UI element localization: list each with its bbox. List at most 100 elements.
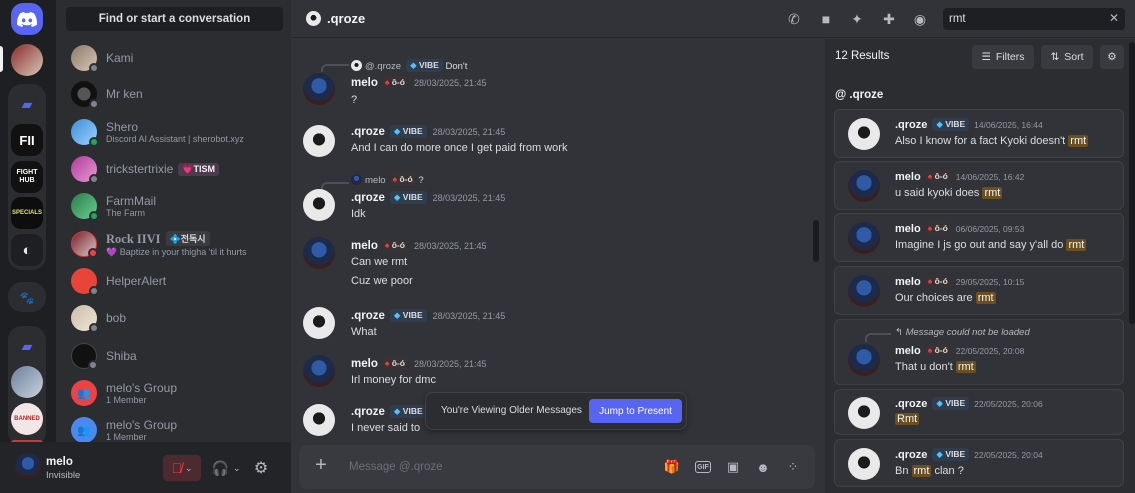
dm-item[interactable]: Mr ken — [64, 76, 283, 112]
video-icon[interactable]: ■ — [817, 10, 835, 28]
chat-scrollbar[interactable] — [813, 220, 819, 262]
reply-preview[interactable]: @.qroze ◆ VIBE Don't — [351, 59, 467, 72]
sticker-icon[interactable]: ▣ — [724, 458, 742, 476]
author-name: .qroze — [351, 406, 385, 418]
dm-item[interactable]: Shero Discord AI Assistant | sherobot.xyz — [64, 114, 283, 150]
dm-item[interactable]: FarmMail The Farm — [64, 188, 283, 224]
add-friend-icon[interactable]: ✚ — [880, 10, 898, 28]
filter-icon: ☰ — [981, 51, 991, 63]
message-author[interactable]: melo ♠ ô-ó 28/03/2025, 21:45 — [351, 239, 487, 252]
avatar[interactable] — [303, 125, 335, 157]
avatar[interactable] — [303, 73, 335, 105]
gem-icon: ◆ — [393, 310, 401, 320]
result-author: .qroze ◆ VIBE 22/05/2025, 20:04 — [895, 448, 1043, 461]
folder-icon[interactable]: ▰ — [11, 330, 43, 362]
filters-button[interactable]: ☰ Filters — [972, 45, 1034, 69]
close-icon[interactable]: ✕ — [1109, 11, 1119, 25]
dm-item[interactable]: Shiba — [64, 338, 283, 374]
search-result[interactable]: melo ♠ ô-ó 14/06/2025, 16:42 u said kyoki … — [834, 161, 1124, 210]
discord-home-icon[interactable] — [11, 3, 43, 35]
search-result[interactable]: ↰ Message could not be loaded melo ♠ ô-ó 2… — [834, 319, 1124, 385]
server-icon[interactable]: ◐ — [11, 234, 43, 266]
find-conversation-button[interactable]: Find or start a conversation — [66, 7, 283, 31]
status-dot — [89, 286, 99, 296]
badge-label: VIBE — [402, 310, 423, 320]
server-icon[interactable]: 🐾 — [11, 282, 43, 314]
profile-badge: ♠ ô-ó — [381, 357, 408, 369]
dm-subtext: The Farm — [106, 208, 146, 218]
message-text: Can we rmt — [351, 256, 408, 268]
server-icon[interactable]: SPECIALS — [11, 197, 43, 229]
result-text: u said kyoki does rmt — [895, 187, 1003, 199]
message-author[interactable]: .qroze ◆ VIBE 28/03/2025, 21:45 — [351, 191, 505, 204]
headphones-button[interactable]: 🎧 ⌄ — [207, 455, 245, 481]
phone-icon[interactable]: ✆ — [785, 10, 803, 28]
dm-item[interactable]: Rock IIVI 💠전독시 💜 Baptize in your thigha 't… — [64, 226, 283, 262]
jump-to-present-button[interactable]: Jump to Present — [589, 399, 682, 423]
message-author[interactable]: .qroze ◆ VIBE — [351, 405, 427, 418]
server-icon[interactable] — [11, 44, 43, 76]
user-name: melo — [46, 456, 73, 468]
gift-icon[interactable]: 🎁 — [663, 458, 681, 476]
search-result[interactable]: melo ♠ ô-ó 06/06/2025, 09:53 Imagine I js … — [834, 213, 1124, 262]
dm-item[interactable]: trickstertrixie 💗TISM — [64, 151, 283, 187]
mute-mic-button[interactable]: 🎙̸ ⌄ — [163, 455, 201, 481]
search-settings-button[interactable]: ⚙ — [1100, 45, 1124, 69]
avatar — [71, 81, 99, 109]
avatar — [848, 170, 880, 202]
server-icon[interactable]: FIGHT HUB — [11, 161, 43, 193]
user-settings-button[interactable]: ⚙ — [248, 455, 274, 481]
search-result[interactable]: .qroze ◆ VIBE 14/06/2025, 16:44 Also I kno… — [834, 109, 1124, 158]
timestamp: 29/05/2025, 10:15 — [955, 277, 1025, 287]
server-icon[interactable] — [11, 366, 43, 398]
add-attachment-icon[interactable]: + — [311, 455, 331, 476]
avatar[interactable] — [303, 307, 335, 339]
message-input[interactable] — [349, 457, 599, 477]
message-author[interactable]: melo ♠ ô-ó 28/03/2025, 21:45 — [351, 357, 487, 370]
avatar[interactable] — [303, 404, 335, 436]
mushroom-icon: ♠ — [927, 345, 933, 355]
dm-item[interactable]: 👥 melo's Group 1 Member — [64, 375, 283, 411]
message-author[interactable]: .qroze ◆ VIBE 28/03/2025, 21:45 — [351, 125, 505, 138]
avatar[interactable] — [303, 355, 335, 387]
badge-label: VIBE — [402, 406, 423, 416]
text-segment: Our choices are — [895, 292, 976, 304]
text-segment: u said kyoki does — [895, 187, 983, 199]
vibe-badge: ◆ VIBE — [932, 397, 970, 410]
gif-icon[interactable]: GIF — [695, 461, 711, 473]
result-author: melo ♠ ô-ó 14/06/2025, 16:42 — [895, 170, 1024, 183]
status-dot — [89, 323, 99, 333]
user-profile-icon[interactable]: ◉ — [911, 10, 929, 28]
dm-name: FarmMail — [106, 194, 156, 208]
dm-item[interactable]: Kami — [64, 40, 283, 76]
result-author: melo ♠ ô-ó 22/05/2025, 20:08 — [895, 344, 1024, 357]
sort-button[interactable]: ⇅ Sort — [1041, 45, 1093, 69]
timestamp: 14/06/2025, 16:44 — [974, 120, 1043, 130]
reply-preview[interactable]: melo ♠ ô-ó ? — [351, 173, 424, 186]
reply-text: Don't — [445, 61, 468, 72]
search-input[interactable] — [949, 11, 1099, 27]
dm-item[interactable]: HelperAlert — [64, 263, 283, 299]
avatar[interactable] — [303, 189, 335, 221]
emoji-icon[interactable]: ☻ — [754, 458, 772, 476]
pin-icon[interactable]: ✦ — [848, 10, 866, 28]
user-avatar[interactable] — [15, 453, 41, 479]
apps-icon[interactable]: ⁘ — [784, 458, 802, 476]
search-result[interactable]: melo ♠ ô-ó 29/05/2025, 10:15 Our choices a… — [834, 266, 1124, 315]
avatar[interactable] — [303, 237, 335, 269]
folder-icon[interactable]: ▰ — [11, 88, 43, 120]
dm-item[interactable]: bob — [64, 300, 283, 336]
search-result[interactable]: .qroze ◆ VIBE 22/05/2025, 20:04 Bn rmt cla… — [834, 439, 1124, 487]
badge-label: ô-ó — [391, 77, 405, 87]
search-result[interactable]: .qroze ◆ VIBE 22/05/2025, 20:06 Rmt — [834, 389, 1124, 435]
message-author[interactable]: .qroze ◆ VIBE 28/03/2025, 21:45 — [351, 309, 505, 322]
server-icon[interactable]: FII — [11, 124, 43, 156]
results-channel-label: @ .qroze — [835, 89, 884, 101]
results-scrollbar[interactable] — [1129, 42, 1135, 324]
message-author[interactable]: melo ♠ ô-ó 28/03/2025, 21:45 — [351, 76, 487, 89]
author-name: melo — [895, 223, 921, 235]
avatar — [71, 45, 99, 73]
avatar — [71, 231, 98, 258]
server-icon[interactable]: BANNED — [11, 403, 43, 435]
reply-avatar — [351, 60, 362, 71]
